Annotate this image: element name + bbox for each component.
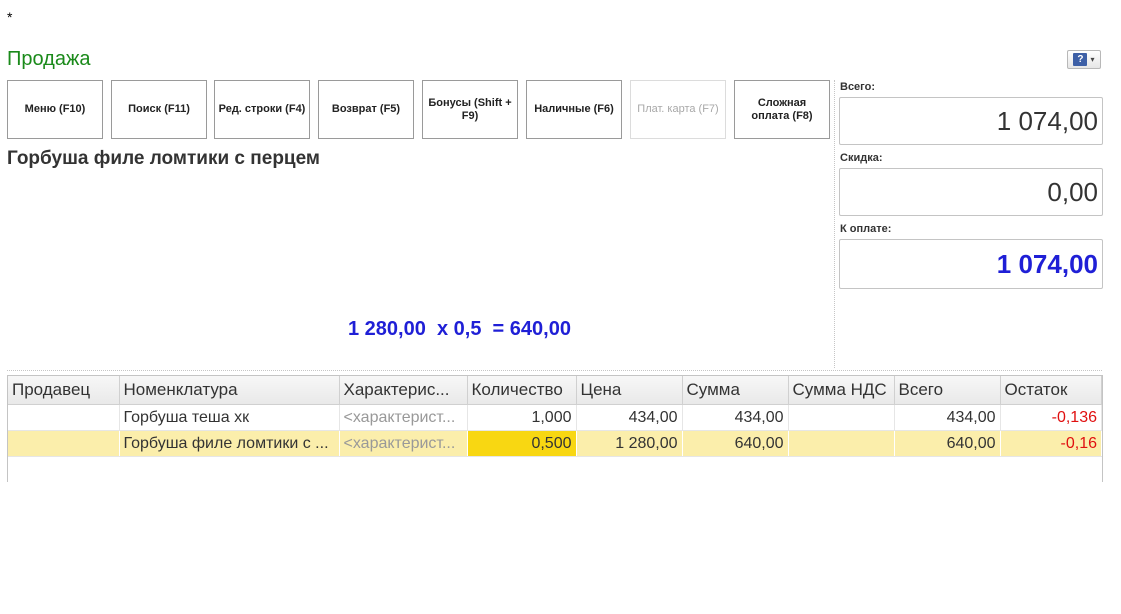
current-item-calculation: 1 280,00 x 0,5 = 640,00 xyxy=(348,318,571,340)
cell-quantity-active[interactable]: 0,500 xyxy=(467,430,577,457)
return-button[interactable]: Возврат (F5) xyxy=(318,80,414,139)
edit-row-button[interactable]: Ред. строки (F4) xyxy=(214,80,310,139)
column-header-seller[interactable]: Продавец xyxy=(8,376,120,405)
cell-characteristic[interactable]: <характерист... xyxy=(339,430,468,457)
current-item-name: Горбуша филе ломтики с перцем xyxy=(7,148,320,169)
cell-vat[interactable] xyxy=(788,404,895,431)
cell-sum[interactable]: 434,00 xyxy=(682,404,789,431)
table-header-row: Продавец Номенклатура Характерис... Коли… xyxy=(8,376,1102,405)
horizontal-divider xyxy=(7,370,1102,371)
to-pay-label: К оплате: xyxy=(840,223,892,235)
modified-marker: * xyxy=(7,9,13,25)
column-header-stock[interactable]: Остаток xyxy=(1000,376,1102,405)
cash-button[interactable]: Наличные (F6) xyxy=(526,80,622,139)
total-field: 1 074,00 xyxy=(839,97,1103,145)
complex-payment-button[interactable]: Сложная оплата (F8) xyxy=(734,80,830,139)
cell-characteristic[interactable]: <характерист... xyxy=(339,404,468,431)
help-button[interactable]: ? ▾ xyxy=(1067,50,1101,69)
items-table[interactable]: Продавец Номенклатура Характерис... Коли… xyxy=(7,375,1103,482)
vertical-divider xyxy=(834,80,835,368)
column-header-total[interactable]: Всего xyxy=(894,376,1001,405)
cell-stock[interactable]: -0,136 xyxy=(1000,404,1102,431)
total-label: Всего: xyxy=(840,81,875,93)
cell-seller[interactable] xyxy=(8,430,120,457)
table-row[interactable]: Горбуша теша хк <характерист... 1,000 43… xyxy=(8,404,1102,431)
column-header-price[interactable]: Цена xyxy=(576,376,683,405)
cell-total[interactable]: 640,00 xyxy=(894,430,1001,457)
chevron-down-icon: ▾ xyxy=(1090,55,1095,64)
column-header-sum[interactable]: Сумма xyxy=(682,376,789,405)
cell-seller[interactable] xyxy=(8,404,120,431)
column-header-quantity[interactable]: Количество xyxy=(467,376,577,405)
bonuses-button[interactable]: Бонусы (Shift + F9) xyxy=(422,80,518,139)
discount-label: Скидка: xyxy=(840,152,883,164)
column-header-characteristic[interactable]: Характерис... xyxy=(339,376,468,405)
page-title: Продажа xyxy=(7,48,91,70)
cell-item[interactable]: Горбуша теша хк xyxy=(119,404,340,431)
card-payment-button[interactable]: Плат. карта (F7) xyxy=(630,80,726,139)
cell-price[interactable]: 1 280,00 xyxy=(576,430,683,457)
search-button[interactable]: Поиск (F11) xyxy=(111,80,207,139)
discount-field: 0,00 xyxy=(839,168,1103,216)
cell-stock[interactable]: -0,16 xyxy=(1000,430,1102,457)
help-icon: ? xyxy=(1073,53,1088,66)
cell-price[interactable]: 434,00 xyxy=(576,404,683,431)
cell-quantity[interactable]: 1,000 xyxy=(467,404,577,431)
cell-total[interactable]: 434,00 xyxy=(894,404,1001,431)
menu-button[interactable]: Меню (F10) xyxy=(7,80,103,139)
table-row-selected[interactable]: Горбуша филе ломтики с ... <характерист.… xyxy=(8,430,1102,457)
cell-sum[interactable]: 640,00 xyxy=(682,430,789,457)
cell-item[interactable]: Горбуша филе ломтики с ... xyxy=(119,430,340,457)
cell-vat[interactable] xyxy=(788,430,895,457)
to-pay-field: 1 074,00 xyxy=(839,239,1103,289)
column-header-item[interactable]: Номенклатура xyxy=(119,376,340,405)
column-header-vat[interactable]: Сумма НДС xyxy=(788,376,895,405)
